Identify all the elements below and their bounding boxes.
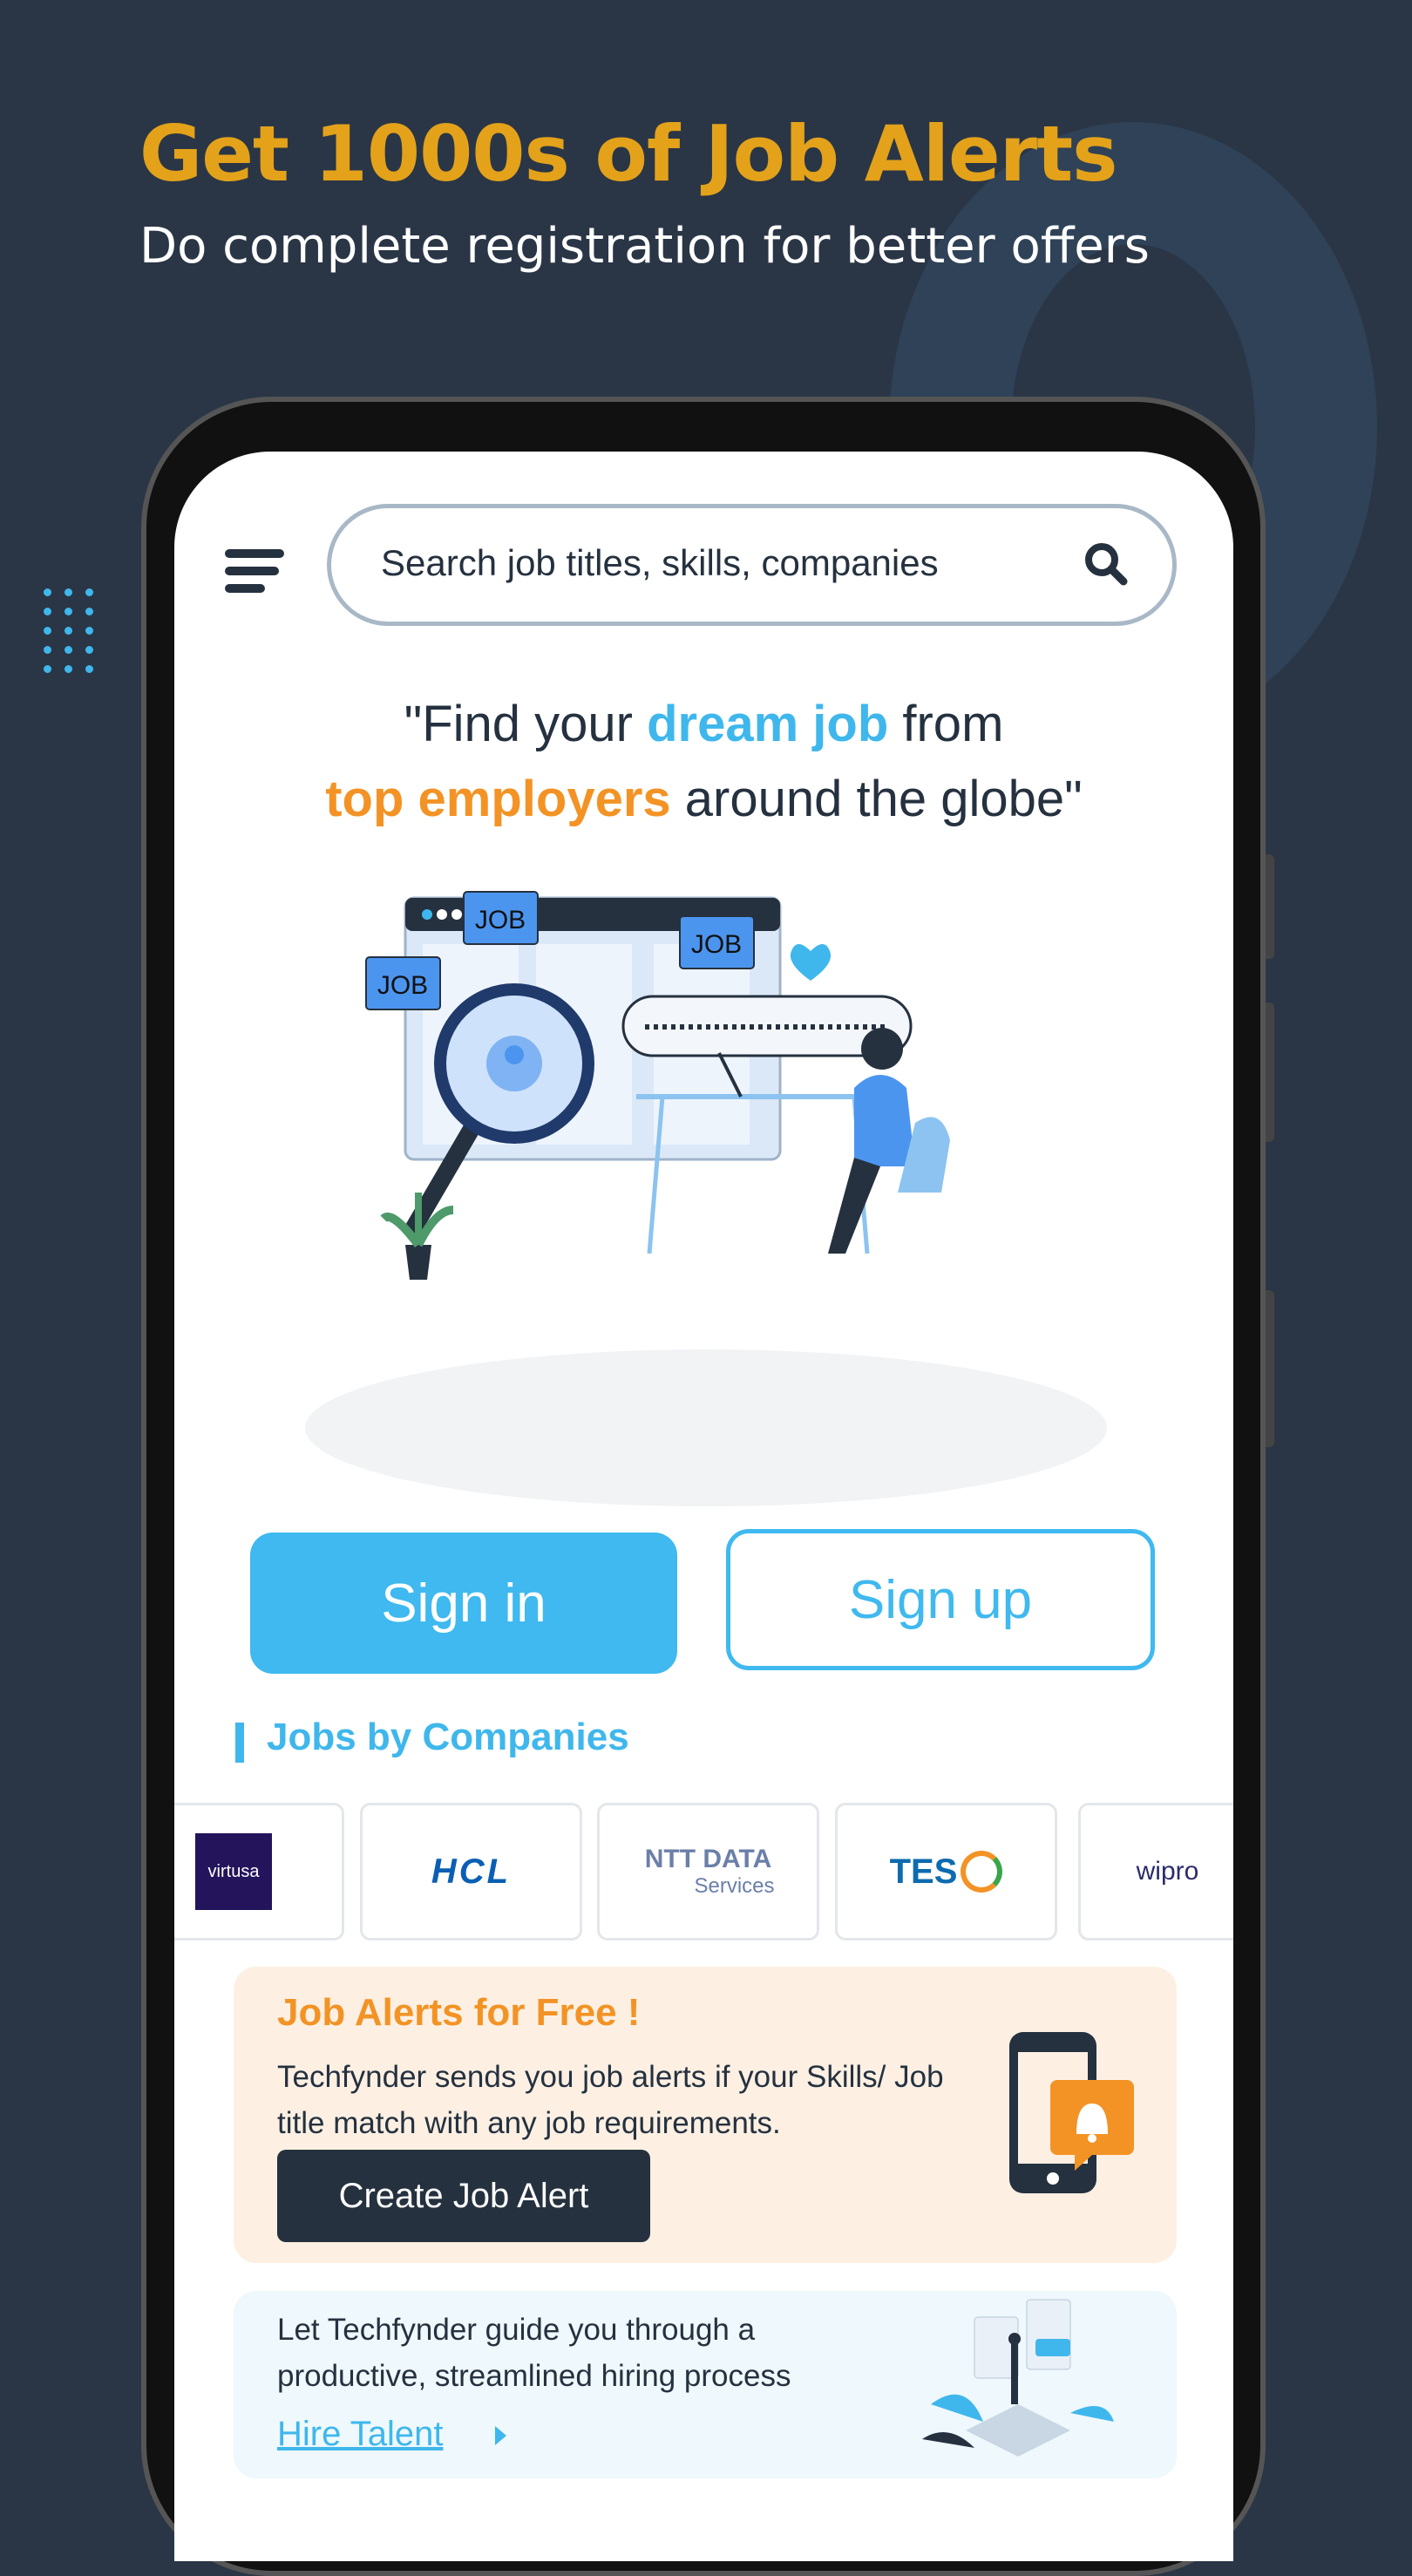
phone-bell-icon <box>1009 2032 1134 2193</box>
menu-icon[interactable] <box>225 549 284 602</box>
company-logo: HCL <box>431 1852 512 1891</box>
company-card-ntt-data[interactable]: NTT DATA Services <box>597 1803 819 1940</box>
company-logo: virtusa <box>195 1833 272 1910</box>
sign-in-button[interactable]: Sign in <box>250 1533 677 1674</box>
tagline-highlight-top-employers: top employers <box>325 771 671 827</box>
hire-talent-link[interactable]: Hire Talent <box>277 2415 443 2454</box>
create-job-alert-button[interactable]: Create Job Alert <box>277 2150 650 2242</box>
svg-text:JOB: JOB <box>475 906 526 935</box>
tagline: "Find your dream job from top employers … <box>174 687 1233 837</box>
tes-swirl-icon <box>961 1851 1003 1893</box>
search-input[interactable] <box>379 541 1062 585</box>
decorative-dot <box>44 665 51 673</box>
decorative-dot <box>44 627 51 635</box>
decorative-dot <box>44 608 51 615</box>
job-bubble: JOB <box>365 956 441 1010</box>
decorative-dot <box>44 588 51 596</box>
company-card-tes[interactable]: TES <box>835 1803 1057 1940</box>
phone-side-button <box>1266 1290 1274 1447</box>
decorative-dot <box>64 588 72 596</box>
decorative-dot <box>85 627 93 635</box>
company-logo: wipro <box>1136 1857 1199 1886</box>
tagline-text: around the globe" <box>670 771 1083 827</box>
job-alert-card: Job Alerts for Free ! Techfynder sends y… <box>234 1967 1177 2263</box>
search-bar[interactable] <box>327 504 1177 626</box>
job-alert-title: Job Alerts for Free ! <box>277 1991 641 2034</box>
decorative-dot <box>64 665 72 673</box>
search-icon[interactable] <box>1083 541 1129 587</box>
job-bubble: JOB <box>463 891 539 945</box>
decorative-dot <box>85 646 93 654</box>
dot-grid-decoration <box>44 588 105 676</box>
section-title-jobs-by-companies: Jobs by Companies <box>235 1716 629 1763</box>
tagline-text: "Find your <box>404 696 648 752</box>
hire-talent-description: Let Techfynder guide you through a produ… <box>277 2313 791 2393</box>
company-card-virtusa[interactable]: virtusa <box>174 1803 344 1940</box>
decorative-dot <box>64 627 72 635</box>
company-card-hcl[interactable]: HCL <box>360 1803 582 1940</box>
decorative-dot <box>85 588 93 596</box>
company-logo: TES <box>889 1852 958 1891</box>
chevron-right-icon <box>495 2426 506 2445</box>
world-map-dots <box>305 1349 1107 1506</box>
phone-side-button <box>1266 1003 1274 1142</box>
decorative-dot <box>44 646 51 654</box>
decorative-dot <box>85 608 93 615</box>
promo-subline: Do complete registration for better offe… <box>139 218 1150 275</box>
decorative-dot <box>64 646 72 654</box>
job-alert-description: Techfynder sends you job alerts if your … <box>277 2060 944 2140</box>
svg-text:JOB: JOB <box>377 971 428 1000</box>
promo-headline: Get 1000s of Job Alerts <box>139 109 1118 199</box>
phone-side-button <box>1266 854 1274 959</box>
tagline-highlight-dream-job: dream job <box>647 696 889 752</box>
decorative-dot <box>85 665 93 673</box>
company-card-wipro[interactable]: wipro <box>1078 1803 1233 1940</box>
app-screen: "Find your dream job from top employers … <box>174 452 1233 2561</box>
sign-up-button[interactable]: Sign up <box>726 1529 1155 1670</box>
plant-illustration <box>380 1193 454 1280</box>
heart-icon <box>790 944 832 981</box>
job-bubble: JOB <box>679 915 755 969</box>
company-logo: NTT DATA <box>644 1845 772 1873</box>
company-logo-subtitle: Services <box>694 1874 775 1898</box>
decorative-dot <box>64 608 72 615</box>
hero-illustration: JOB JOB JOB <box>305 891 1107 1506</box>
svg-text:JOB: JOB <box>691 930 742 959</box>
hire-talent-card: Let Techfynder guide you through a produ… <box>234 2291 1177 2478</box>
hiring-illustration <box>922 2299 1114 2457</box>
tagline-text: from <box>888 696 1004 752</box>
